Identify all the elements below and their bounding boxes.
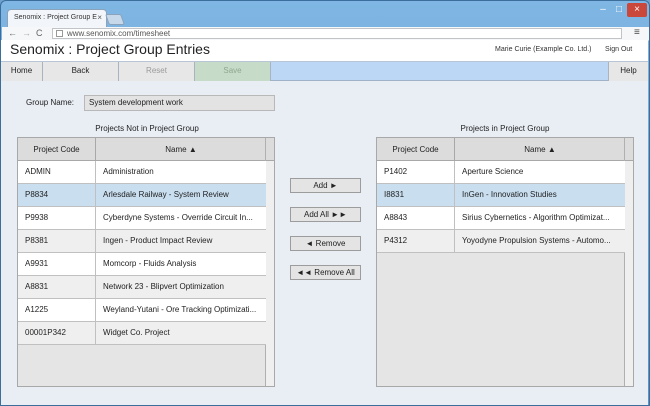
page: Senomix : Project Group Entries Marie Cu… — [1, 40, 648, 405]
available-projects-title: Projects Not in Project Group — [95, 124, 199, 133]
new-tab-button[interactable] — [104, 14, 126, 25]
group-name-input[interactable]: System development work — [84, 95, 275, 111]
project-name-cell: Widget Co. Project — [103, 328, 170, 337]
column-header-name[interactable]: Name ▲ — [455, 138, 625, 161]
project-name-cell: Ingen - Product Impact Review — [103, 236, 213, 245]
project-code-cell: P8834 — [18, 184, 96, 206]
project-code-cell: A9931 — [18, 253, 96, 275]
help-button[interactable]: Help — [608, 62, 648, 81]
app-header: Senomix : Project Group Entries Marie Cu… — [1, 40, 648, 61]
project-code-cell: ADMIN — [18, 161, 96, 183]
table-row[interactable]: P1402 Aperture Science — [377, 161, 625, 184]
grid-header: Project Code Name ▲ — [377, 138, 625, 161]
project-code-cell: I8831 — [377, 184, 455, 206]
remove-all-button[interactable]: ◄◄ Remove All — [290, 265, 361, 280]
table-row[interactable]: A8831 Network 23 - Blipvert Optimization — [18, 276, 266, 299]
tab-close-icon[interactable]: × — [97, 13, 102, 22]
available-projects-grid: Project Code Name ▲ ADMIN Administration P… — [17, 137, 275, 387]
address-bar[interactable]: www.senomix.com/timesheet — [52, 28, 622, 39]
back-arrow-icon[interactable]: ← — [8, 28, 17, 38]
group-projects-grid: Project Code Name ▲ P1402 Aperture Scienc… — [376, 137, 634, 387]
table-row[interactable]: A9931 Momcorp - Fluids Analysis — [18, 253, 266, 276]
forward-arrow-icon[interactable]: → — [22, 28, 31, 38]
group-name-label: Group Name: — [26, 98, 75, 107]
project-name-cell: Arlesdale Railway - System Review — [103, 190, 229, 199]
home-button[interactable]: Home — [1, 62, 43, 81]
remove-button[interactable]: ◄ Remove — [290, 236, 361, 251]
table-row[interactable]: P9938 Cyberdyne Systems - Override Circui… — [18, 207, 266, 230]
project-name-cell: Aperture Science — [462, 167, 524, 176]
reset-button[interactable]: Reset — [119, 62, 195, 81]
column-header-project-code[interactable]: Project Code — [18, 138, 96, 161]
project-code-cell: A8843 — [377, 207, 455, 229]
grid-scrollbar[interactable] — [265, 138, 274, 386]
minimize-icon[interactable]: – — [595, 3, 611, 17]
browser-menu-icon[interactable]: ≡ — [634, 27, 640, 38]
group-projects-title: Projects in Project Group — [460, 124, 550, 133]
project-code-cell: P1402 — [377, 161, 455, 183]
project-code-cell: P9938 — [18, 207, 96, 229]
table-row[interactable]: A8843 Sirius Cybernetics - Algorithm Opti… — [377, 207, 625, 230]
add-button[interactable]: Add ► — [290, 178, 361, 193]
project-name-cell: Administration — [103, 167, 154, 176]
project-name-cell: InGen - Innovation Studies — [462, 190, 557, 199]
project-name-cell: Weyland-Yutani - Ore Tracking Optimizati… — [103, 305, 257, 314]
grid-header: Project Code Name ▲ — [18, 138, 266, 161]
project-code-cell: 00001P342 — [18, 322, 96, 344]
project-name-cell: Network 23 - Blipvert Optimization — [103, 282, 224, 291]
user-name: Marie Curie (Example Co. Ltd.) — [495, 46, 592, 53]
maximize-icon[interactable]: □ — [611, 3, 627, 17]
table-row[interactable]: A1225 Weyland-Yutani - Ore Tracking Optim… — [18, 299, 266, 322]
tab-title: Senomix : Project Group E — [14, 14, 97, 21]
reload-icon[interactable]: C — [36, 28, 43, 38]
save-button[interactable]: Save — [195, 62, 271, 81]
table-row[interactable]: I8831 InGen - Innovation Studies — [377, 184, 625, 207]
table-row[interactable]: P8834 Arlesdale Railway - System Review — [18, 184, 266, 207]
project-name-cell: Sirius Cybernetics - Algorithm Optimizat… — [462, 213, 610, 222]
table-row[interactable]: 00001P342 Widget Co. Project — [18, 322, 266, 345]
table-row[interactable]: P4312 Yoyodyne Propulsion Systems - Autom… — [377, 230, 625, 253]
action-bar: Home Back Reset Save Help — [1, 61, 648, 81]
project-code-cell: A1225 — [18, 299, 96, 321]
project-code-cell: P8381 — [18, 230, 96, 252]
back-button[interactable]: Back — [43, 62, 119, 81]
project-code-cell: P4312 — [377, 230, 455, 252]
table-row[interactable]: P8381 Ingen - Product Impact Review — [18, 230, 266, 253]
project-code-cell: A8831 — [18, 276, 96, 298]
page-icon — [56, 30, 63, 37]
grid-scrollbar[interactable] — [624, 138, 633, 386]
browser-toolbar: ← → C www.senomix.com/timesheet ≡ — [2, 27, 649, 41]
page-title: Senomix : Project Group Entries — [10, 41, 210, 57]
column-header-name[interactable]: Name ▲ — [96, 138, 266, 161]
table-row[interactable]: ADMIN Administration — [18, 161, 266, 184]
project-name-cell: Momcorp - Fluids Analysis — [103, 259, 197, 268]
project-name-cell: Cyberdyne Systems - Override Circuit In.… — [103, 213, 253, 222]
project-name-cell: Yoyodyne Propulsion Systems - Automo... — [462, 236, 611, 245]
browser-tab[interactable]: Senomix : Project Group E × — [7, 9, 107, 27]
window-close-icon[interactable]: × — [627, 3, 647, 17]
sign-out-link[interactable]: Sign Out — [605, 46, 632, 53]
column-header-project-code[interactable]: Project Code — [377, 138, 455, 161]
url-text: www.senomix.com/timesheet — [67, 29, 171, 38]
add-all-button[interactable]: Add All ►► — [290, 207, 361, 222]
